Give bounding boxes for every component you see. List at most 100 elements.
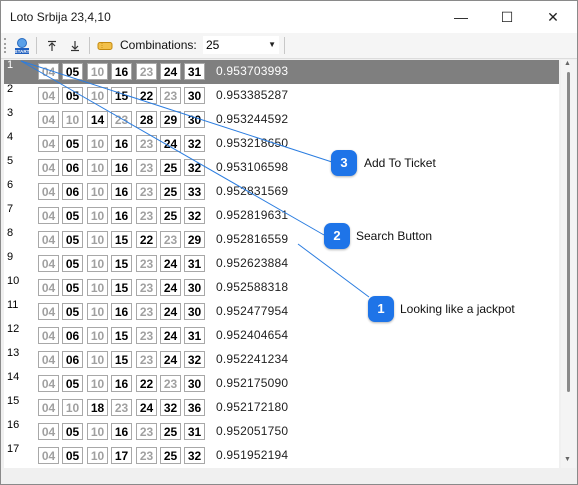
number-cell: 15 <box>111 87 132 104</box>
table-row[interactable]: 3 04 10 14 23 28 29 30 0.953244592 <box>4 107 559 132</box>
close-button[interactable]: ✕ <box>530 1 576 33</box>
table-row[interactable]: 14 04 05 10 16 22 23 30 0.952175090 <box>4 371 559 396</box>
row-score: 0.952051750 <box>216 424 289 438</box>
number-cell: 23 <box>111 111 132 128</box>
collapse-all-button[interactable] <box>66 36 84 55</box>
number-cell: 24 <box>160 327 181 344</box>
number-cell: 25 <box>160 423 181 440</box>
number-cell: 10 <box>87 447 108 464</box>
arrow-up-bar-icon <box>48 40 56 51</box>
toolbar-separator <box>89 37 90 54</box>
table-row[interactable]: 15 04 10 18 23 24 32 36 0.952172180 <box>4 395 559 420</box>
toolbar-separator <box>284 37 285 54</box>
callout-badge-3: 3 <box>331 150 357 176</box>
number-cell: 22 <box>136 87 157 104</box>
row-number: 15 <box>7 395 20 407</box>
number-cell: 10 <box>62 111 83 128</box>
number-cell: 04 <box>38 207 59 224</box>
row-number: 9 <box>7 251 14 263</box>
row-number: 12 <box>7 323 20 335</box>
number-cell: 24 <box>160 279 181 296</box>
number-cell: 16 <box>111 303 132 320</box>
table-row[interactable]: 7 04 05 10 16 23 25 32 0.952819631 <box>4 203 559 228</box>
scroll-down-icon[interactable]: ▼ <box>564 456 571 463</box>
add-to-ticket-button[interactable] <box>95 36 115 55</box>
number-cell: 16 <box>111 63 132 80</box>
table-row[interactable]: 13 04 06 10 15 23 24 32 0.952241234 <box>4 347 559 372</box>
row-score: 0.952623884 <box>216 256 289 270</box>
number-cell: 30 <box>184 303 205 320</box>
row-score: 0.952172180 <box>216 400 289 414</box>
number-cell: 10 <box>87 375 108 392</box>
number-cell: 30 <box>184 375 205 392</box>
number-cell: 05 <box>62 255 83 272</box>
number-cell: 10 <box>87 351 108 368</box>
number-cell: 23 <box>160 375 181 392</box>
number-cell: 04 <box>38 399 59 416</box>
maximize-button[interactable]: ☐ <box>484 1 530 33</box>
row-number: 6 <box>7 179 14 191</box>
number-cell: 31 <box>184 423 205 440</box>
toolbar: START Combinations: 25 ▼ <box>1 33 577 59</box>
row-number: 17 <box>7 443 20 455</box>
number-cell: 04 <box>38 231 59 248</box>
number-cell: 16 <box>111 207 132 224</box>
number-cell: 05 <box>62 279 83 296</box>
table-row[interactable]: 2 04 05 10 15 22 23 30 0.953385287 <box>4 83 559 108</box>
row-number: 8 <box>7 227 14 239</box>
row-score: 0.952816559 <box>216 232 289 246</box>
number-cell: 23 <box>136 303 157 320</box>
number-cell: 36 <box>184 399 205 416</box>
row-number: 4 <box>7 131 14 143</box>
combinations-value: 25 <box>206 38 220 52</box>
row-number: 2 <box>7 83 14 95</box>
table-row[interactable]: 1 04 05 10 16 23 24 31 0.953703993 <box>4 60 559 84</box>
expand-all-button[interactable] <box>43 36 61 55</box>
table-row[interactable]: 4 04 05 10 16 23 24 32 0.953218650 <box>4 131 559 156</box>
number-cell: 15 <box>111 351 132 368</box>
number-cell: 05 <box>62 231 83 248</box>
number-cell: 16 <box>111 423 132 440</box>
vertical-scrollbar[interactable]: ▲ ▼ <box>561 60 576 468</box>
table-row[interactable]: 17 04 05 10 17 23 25 32 0.951952194 <box>4 443 559 468</box>
number-cell: 04 <box>38 279 59 296</box>
start-icon: START <box>15 37 30 54</box>
row-number: 1 <box>7 60 14 71</box>
number-cell: 04 <box>38 423 59 440</box>
number-cell: 32 <box>184 207 205 224</box>
row-number: 3 <box>7 107 14 119</box>
number-cell: 32 <box>184 159 205 176</box>
row-number: 7 <box>7 203 14 215</box>
number-cell: 31 <box>184 255 205 272</box>
results-list[interactable]: 1 04 05 10 16 23 24 31 0.953703993 2 04 05 10 15 22 23 3… <box>4 60 559 468</box>
number-cell: 05 <box>62 87 83 104</box>
table-row[interactable]: 9 04 05 10 15 23 24 31 0.952623884 <box>4 251 559 276</box>
number-cell: 24 <box>136 399 157 416</box>
number-cell: 15 <box>111 327 132 344</box>
table-row[interactable]: 10 04 05 10 15 23 24 30 0.952588318 <box>4 275 559 300</box>
table-row[interactable]: 5 04 06 10 16 23 25 32 0.953106598 <box>4 155 559 180</box>
number-cell: 24 <box>160 351 181 368</box>
number-cell: 10 <box>87 207 108 224</box>
number-cell: 10 <box>87 279 108 296</box>
number-cell: 04 <box>38 63 59 80</box>
number-cell: 10 <box>87 327 108 344</box>
table-row[interactable]: 12 04 06 10 15 23 24 31 0.952404654 <box>4 323 559 348</box>
title-bar: Loto Srbija 23,4,10 — ☐ ✕ <box>1 1 577 33</box>
table-row[interactable]: 16 04 05 10 16 23 25 31 0.952051750 <box>4 419 559 444</box>
combinations-select[interactable]: 25 ▼ <box>203 36 279 54</box>
start-button[interactable]: START <box>11 36 33 55</box>
table-row[interactable]: 6 04 06 10 16 23 25 33 0.952831569 <box>4 179 559 204</box>
scroll-up-icon[interactable]: ▲ <box>564 60 571 67</box>
minimize-button[interactable]: — <box>438 1 484 33</box>
number-cell: 22 <box>136 231 157 248</box>
number-cell: 04 <box>38 135 59 152</box>
toolbar-grip[interactable] <box>4 38 8 53</box>
row-number: 16 <box>7 419 20 431</box>
number-cell: 23 <box>136 279 157 296</box>
number-cell: 06 <box>62 183 83 200</box>
number-cell: 10 <box>87 423 108 440</box>
row-score: 0.952241234 <box>216 352 289 366</box>
table-row[interactable]: 8 04 05 10 15 22 23 29 0.952816559 <box>4 227 559 252</box>
scrollbar-thumb[interactable] <box>567 72 570 392</box>
